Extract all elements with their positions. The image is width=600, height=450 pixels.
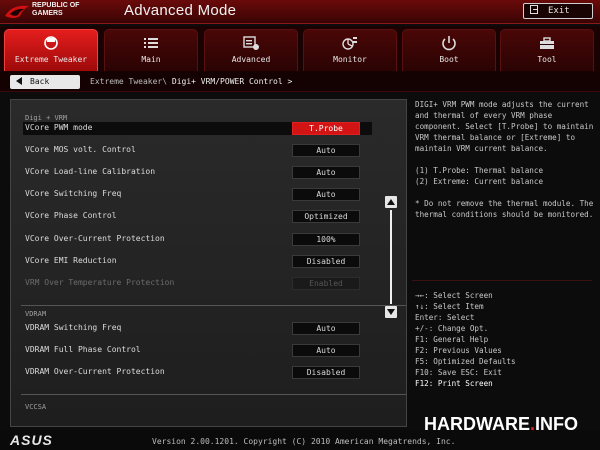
- key-hint: ↑↓: Select Item: [415, 302, 484, 311]
- section-divider: [21, 305, 406, 306]
- setting-row-vdram-full-phase[interactable]: VDRAM Full Phase Control Auto: [23, 344, 372, 357]
- exit-door-icon: [530, 5, 538, 14]
- tab-main[interactable]: Main: [104, 29, 198, 71]
- version-text: Version 2.00.1201. Copyright (C) 2010 Am…: [152, 437, 456, 446]
- tab-extreme-tweaker[interactable]: Extreme Tweaker: [4, 29, 98, 71]
- setting-value[interactable]: Auto: [292, 344, 360, 357]
- toolbox-icon: [540, 37, 554, 49]
- exit-label: Exit: [548, 6, 570, 16]
- section-header-vccsa: VCCSA: [25, 403, 47, 411]
- breadcrumb-parent[interactable]: Extreme Tweaker\: [90, 77, 167, 86]
- section-header-digi: Digi + VRM: [25, 114, 68, 122]
- setting-row-vcore-emi[interactable]: VCore EMI Reduction Disabled: [23, 255, 372, 268]
- advanced-icon: [243, 36, 259, 50]
- hardware-info-watermark: HARDWARE.INFO: [424, 414, 579, 434]
- setting-value[interactable]: Disabled: [292, 255, 360, 268]
- power-icon: [442, 36, 456, 51]
- setting-row-vcore-pwm-mode[interactable]: VCore PWM mode T.Probe: [23, 122, 372, 135]
- asus-logo: ASUS: [10, 432, 53, 448]
- key-legend: →←: Select Screen ↑↓: Select Item Enter:…: [415, 290, 595, 389]
- section-header-vdram: VDRAM: [25, 310, 47, 318]
- help-divider: [412, 280, 592, 281]
- setting-value[interactable]: Auto: [292, 322, 360, 335]
- key-hint: Enter: Select: [415, 313, 475, 322]
- tab-monitor[interactable]: Monitor: [303, 29, 397, 71]
- breadcrumb-current: Digi+ VRM/POWER Control >: [171, 77, 293, 86]
- exit-button[interactable]: Exit: [523, 3, 593, 19]
- page-title: Advanced Mode: [124, 2, 237, 19]
- scrollbar[interactable]: [385, 196, 397, 318]
- setting-value[interactable]: Auto: [292, 166, 360, 179]
- breadcrumb: Extreme Tweaker\ Digi+ VRM/POWER Control…: [90, 77, 292, 86]
- setting-value[interactable]: Optimized: [292, 210, 360, 223]
- key-hint: +/-: Change Opt.: [415, 324, 489, 333]
- back-button[interactable]: Back: [10, 75, 80, 89]
- key-hint: F2: Previous Values: [415, 346, 502, 355]
- setting-value: Enabled: [292, 277, 360, 290]
- back-arrow-icon: [16, 77, 22, 85]
- setting-row-vcore-llc[interactable]: VCore Load-line Calibration Auto: [23, 166, 372, 179]
- scroll-down-icon[interactable]: [385, 306, 397, 318]
- scroll-track[interactable]: [390, 210, 392, 304]
- setting-value[interactable]: 100%: [292, 233, 360, 246]
- help-option-1: (1) T.Probe: Thermal balance: [415, 166, 544, 175]
- help-description: DIGI+ VRM PWM mode adjusts the current a…: [415, 100, 594, 153]
- scroll-up-icon[interactable]: [385, 196, 397, 208]
- rog-eye-logo-icon: [5, 5, 29, 18]
- back-label: Back: [30, 77, 50, 86]
- key-hint: F1: General Help: [415, 335, 489, 344]
- top-header: REPUBLIC OF GAMERS Advanced Mode Exit: [0, 0, 600, 24]
- tab-boot[interactable]: Boot: [402, 29, 496, 71]
- help-warning: * Do not remove the thermal module. The …: [415, 199, 594, 219]
- setting-value[interactable]: T.Probe: [292, 122, 360, 135]
- key-hint: F12: Print Screen: [415, 379, 493, 388]
- tab-tool[interactable]: Tool: [500, 29, 594, 71]
- key-hint: →←: Select Screen: [415, 291, 493, 300]
- setting-row-vcore-switching-freq[interactable]: VCore Switching Freq Auto: [23, 188, 372, 201]
- main-tabs: Extreme Tweaker Main Advanced Monitor Bo…: [0, 26, 600, 72]
- fan-monitor-icon: [342, 37, 357, 50]
- setting-row-vrm-otp: VRM Over Temperature Protection Enabled: [23, 277, 372, 290]
- list-icon: [144, 38, 158, 48]
- rog-brand-text: REPUBLIC OF GAMERS: [32, 2, 80, 17]
- key-hint: F5: Optimized Defaults: [415, 357, 516, 366]
- tab-advanced[interactable]: Advanced: [204, 29, 298, 71]
- setting-value[interactable]: Auto: [292, 188, 360, 201]
- setting-row-vcore-ocp[interactable]: VCore Over-Current Protection 100%: [23, 233, 372, 246]
- setting-row-vdram-ocp[interactable]: VDRAM Over-Current Protection Disabled: [23, 366, 372, 379]
- setting-value[interactable]: Disabled: [292, 366, 360, 379]
- setting-row-vcore-phase-control[interactable]: VCore Phase Control Optimized: [23, 210, 372, 223]
- settings-panel: Digi + VRM VCore PWM mode T.Probe VCore …: [10, 99, 407, 427]
- section-divider: [21, 394, 406, 395]
- setting-row-vcore-mos-volt[interactable]: VCore MOS volt. Control Auto: [23, 144, 372, 157]
- help-option-2: (2) Extreme: Current balance: [415, 177, 544, 186]
- setting-value[interactable]: Auto: [292, 144, 360, 157]
- setting-row-vdram-switching-freq[interactable]: VDRAM Switching Freq Auto: [23, 322, 372, 335]
- gauge-icon: [44, 36, 58, 50]
- breadcrumb-bar: Back Extreme Tweaker\ Digi+ VRM/POWER Co…: [0, 72, 600, 92]
- key-hint: F10: Save ESC: Exit: [415, 368, 502, 377]
